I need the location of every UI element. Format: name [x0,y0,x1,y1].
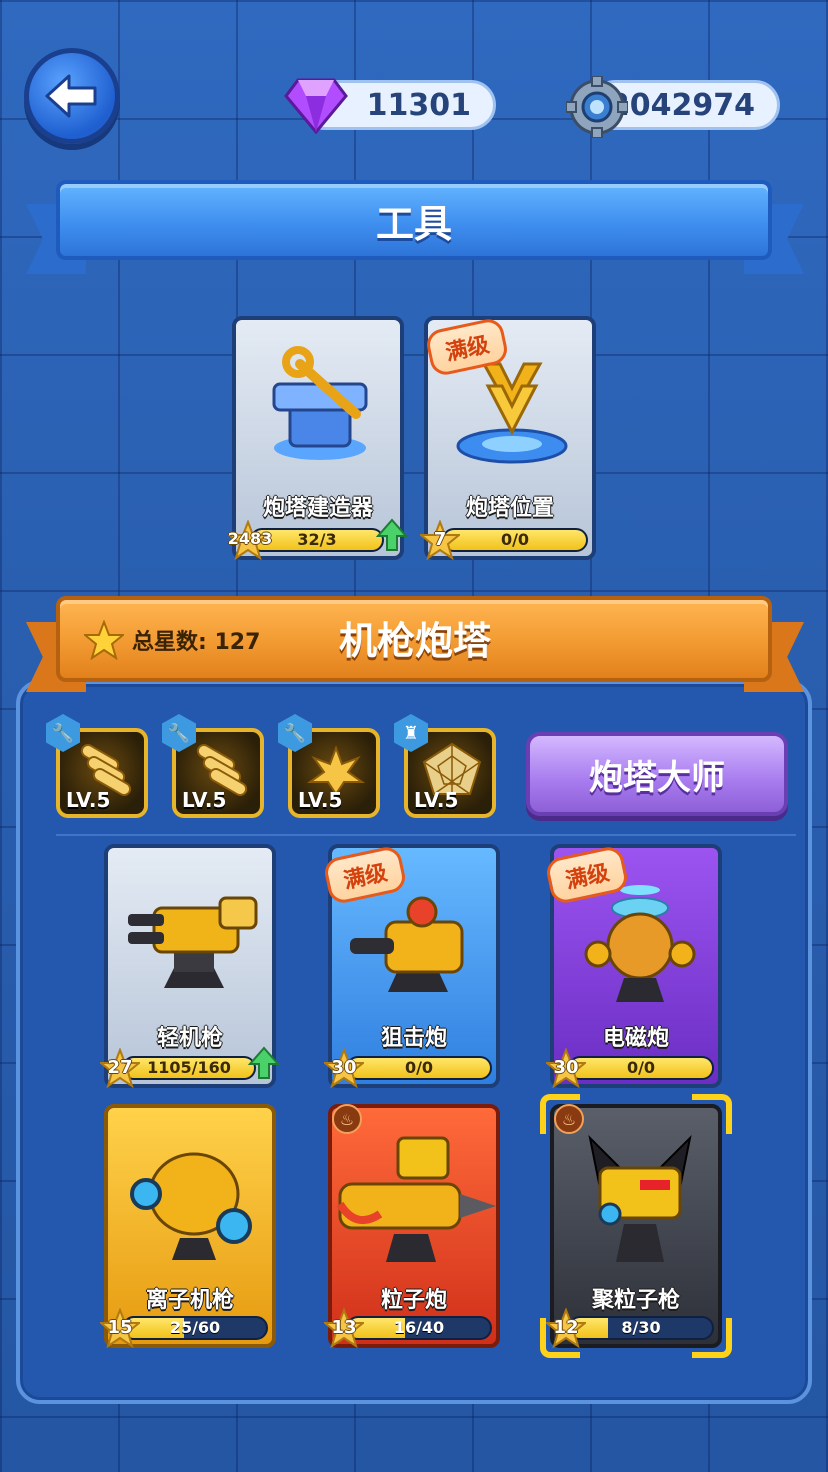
turret-level: 13 [331,1317,357,1338]
star-total: 总星数: 127 [84,620,260,660]
turret-master-button[interactable]: 炮塔大师 [526,732,788,816]
progress-text: 16/40 [393,1318,445,1337]
section-title: 机枪炮塔 [338,619,491,663]
gear-icon [566,76,628,138]
gear-count: 2042974 [608,87,755,123]
selection-corner [692,1318,732,1358]
progress-text: 0/0 [500,530,530,549]
star-total-label: 总星数: 127 [132,630,261,655]
skill-level: LV.5 [182,788,227,812]
tool-card-builder[interactable]: 炮塔建造器 32/3 2483 [228,316,408,560]
turret-progress-bar: 1105/160 [122,1056,256,1080]
turret-progress-bar: 0/0 [568,1056,714,1080]
progress-text: 0/0 [626,1058,656,1077]
turret-card-em-cannon[interactable]: 满级 电磁炮 0/0 30 [544,844,722,1088]
progress-text: 25/60 [169,1318,221,1337]
turret-progress-bar: 0/0 [346,1056,492,1080]
back-button[interactable] [24,48,120,144]
turret-card-ion-mg[interactable]: 离子机枪 25/60 15 [100,1104,276,1348]
tool-level: 7 [433,529,447,550]
turret-level: 30 [553,1057,579,1078]
turret-level: 30 [331,1057,357,1078]
divider [56,834,796,836]
tool-level: 2483 [227,529,273,548]
skill-level: LV.5 [298,788,343,812]
turret-card-sniper[interactable]: 满级 狙击炮 0/0 30 [322,844,500,1088]
sniper-cannon-icon [350,896,464,992]
gem-count: 11301 [366,87,471,123]
gem-icon [284,78,348,134]
turret-level: 27 [107,1057,133,1078]
ion-machine-gun-icon [130,1152,252,1260]
turret-card-light-mg[interactable]: 轻机枪 1105/160 27 [100,844,280,1088]
turret-level: 15 [107,1317,133,1338]
progress-text: 8/30 [621,1318,661,1337]
star-icon [84,620,124,660]
selection-corner [692,1094,732,1134]
tools-title: 工具 [56,180,772,260]
turret-card-focus-particle-gun[interactable]: ♨ 聚粒子枪 8/30 12 [546,1104,722,1348]
focus-particle-gun-icon [588,1134,692,1262]
turret-card-particle-cannon[interactable]: ♨ 粒子炮 16/40 13 [324,1104,500,1348]
skill-level: LV.5 [66,788,111,812]
turret-progress-bar: 16/40 [346,1316,492,1340]
selection-corner [540,1094,580,1134]
position-marker-icon [456,362,568,464]
turret-progress-bar: 25/60 [122,1316,268,1340]
progress-text: 1105/160 [147,1058,231,1077]
upgrade-arrow-icon [376,518,408,551]
tool-card-position[interactable]: 满级 炮塔位置 0/0 7 [420,316,596,560]
anvil-wrench-icon [272,346,368,460]
tool-name: 炮塔位置 [465,496,554,521]
skill-level: LV.5 [414,788,459,812]
light-machine-gun-icon [128,896,258,988]
tool-progress-bar: 0/0 [442,528,588,552]
upgrade-arrow-icon [248,1046,280,1079]
flame-icon: ♨ [332,1104,362,1134]
em-cannon-icon [584,885,696,1002]
particle-cannon-icon [336,1136,496,1262]
progress-text: 0/0 [404,1058,434,1077]
back-arrow-icon [45,74,97,118]
selection-corner [540,1318,580,1358]
